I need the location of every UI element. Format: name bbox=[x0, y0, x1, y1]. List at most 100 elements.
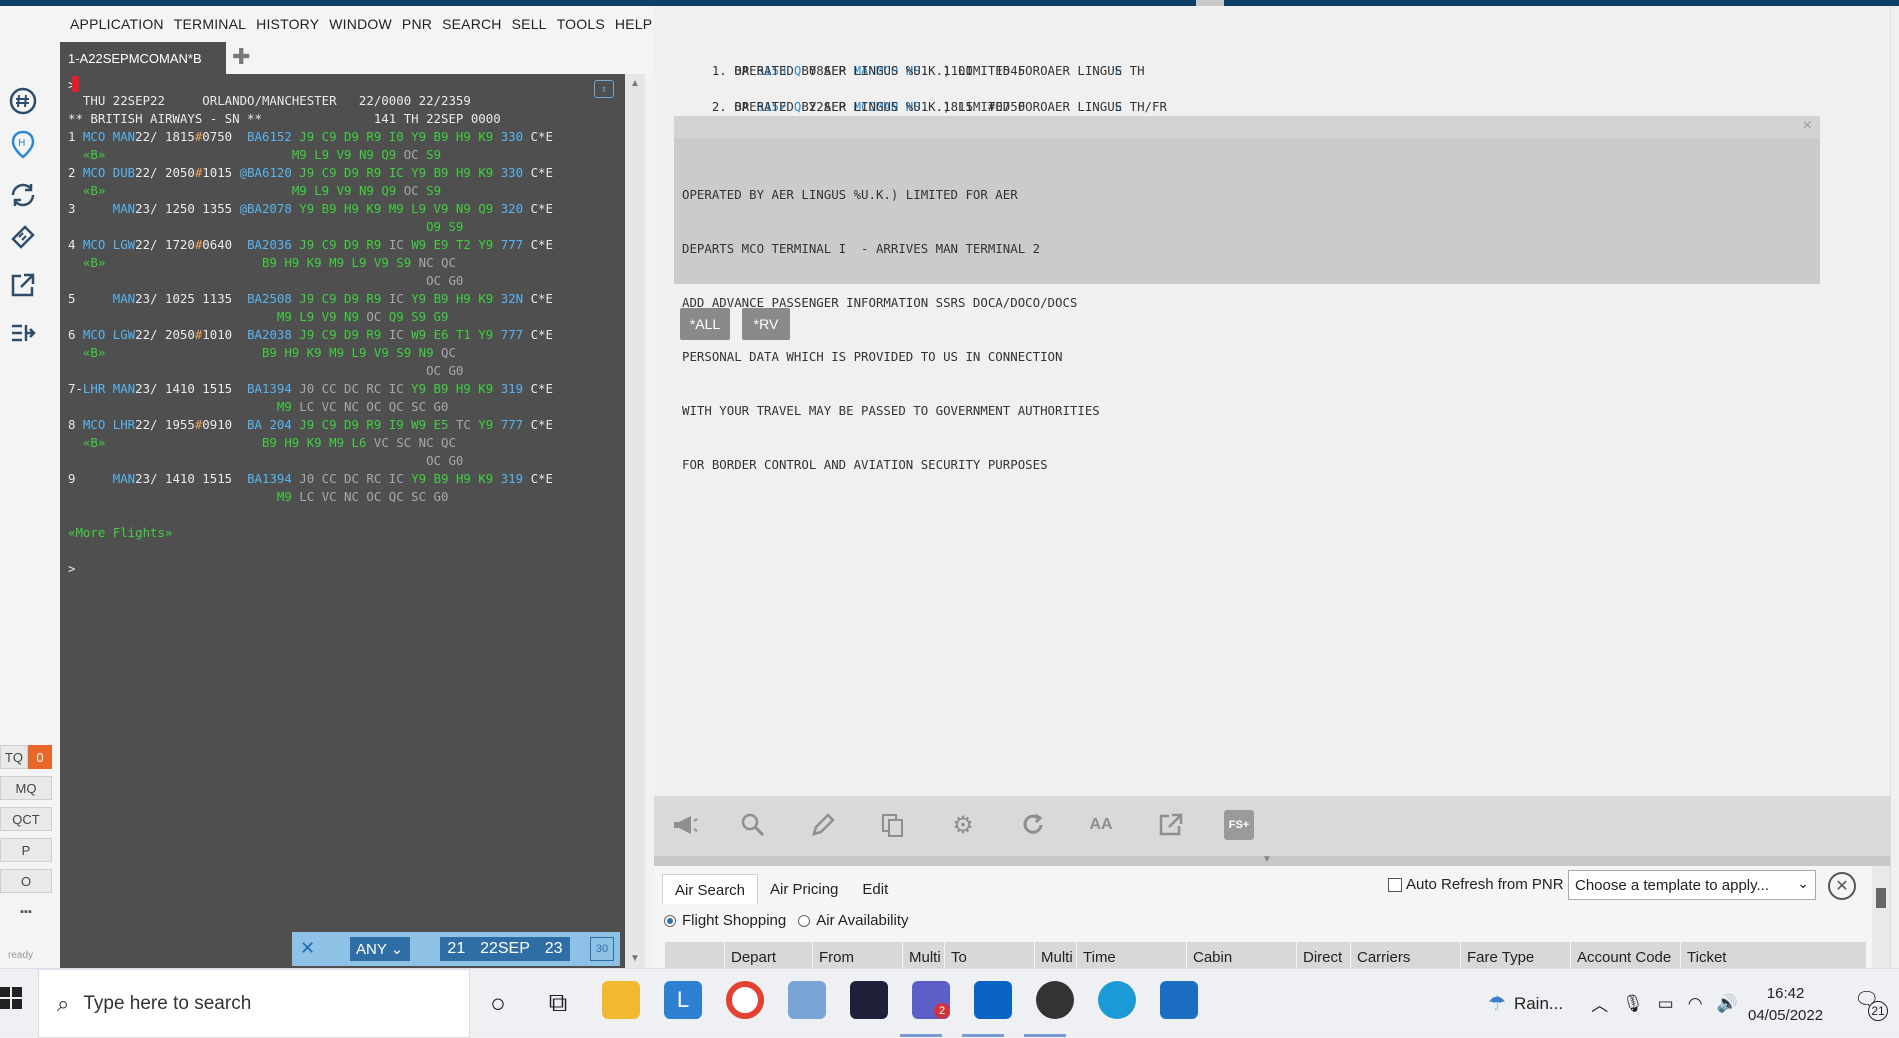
refresh-icon[interactable] bbox=[6, 178, 40, 212]
battery-icon[interactable]: ▭ bbox=[1658, 994, 1674, 1014]
menu-pnr[interactable]: PNR bbox=[402, 16, 432, 32]
col-header-time[interactable]: Time bbox=[1076, 942, 1186, 970]
col-header-account-code[interactable]: Account Code bbox=[1570, 942, 1680, 970]
col-header-cabin[interactable]: Cabin bbox=[1186, 942, 1296, 970]
flight-shopping-radio[interactable] bbox=[664, 914, 676, 927]
terminal-scrollbar[interactable]: ▲ ▼ bbox=[625, 74, 645, 968]
col-header-from[interactable]: From bbox=[812, 942, 902, 970]
t-app-icon[interactable] bbox=[1036, 981, 1074, 1019]
notifications-icon[interactable]: 🗨 21 bbox=[1854, 987, 1888, 1021]
checkbox-box[interactable] bbox=[1388, 877, 1402, 892]
more-flights-link[interactable]: «More Flights» bbox=[68, 524, 172, 542]
any-select[interactable]: ANY ⌄ bbox=[350, 937, 410, 961]
queue-p[interactable]: P bbox=[0, 838, 52, 862]
menu-terminal[interactable]: TERMINAL bbox=[174, 16, 246, 32]
windows-start-icon[interactable] bbox=[0, 987, 22, 1009]
template-select[interactable]: Choose a template to apply... ⌄ bbox=[1568, 870, 1816, 900]
scroll-toggle-icon[interactable]: ⇕ bbox=[594, 80, 614, 98]
clear-icon[interactable]: ✕ bbox=[300, 938, 315, 959]
gear-icon[interactable]: ⚙ bbox=[948, 810, 978, 840]
megaphone-icon[interactable] bbox=[670, 810, 700, 840]
external-link-icon[interactable] bbox=[1156, 810, 1186, 840]
wifi-icon[interactable]: ◠ bbox=[1688, 994, 1703, 1014]
menu-history[interactable]: HISTORY bbox=[256, 16, 319, 32]
chevron-down-icon[interactable]: ▼ bbox=[1262, 854, 1272, 865]
menu-sell[interactable]: SELL bbox=[512, 16, 547, 32]
tab-air-pricing[interactable]: Air Pricing bbox=[758, 874, 850, 904]
external-link-icon[interactable] bbox=[6, 268, 40, 302]
menu-search[interactable]: SEARCH bbox=[442, 16, 502, 32]
refresh-icon[interactable] bbox=[1018, 810, 1048, 840]
calendar-icon[interactable]: 30 bbox=[590, 937, 614, 961]
chevron-up-icon[interactable]: ︿ bbox=[1591, 991, 1608, 1016]
more-queues-icon[interactable]: ▪▪▪ bbox=[0, 900, 52, 924]
photos-icon[interactable] bbox=[1160, 981, 1198, 1019]
l-app-icon[interactable]: L bbox=[664, 981, 702, 1019]
weather-text[interactable]: Rain... bbox=[1514, 994, 1563, 1014]
close-icon[interactable]: × bbox=[1803, 117, 1812, 135]
menu-window[interactable]: WINDOW bbox=[329, 16, 392, 32]
terminal-tab[interactable]: 1-A22SEPMCOMAN*B bbox=[60, 42, 226, 74]
terminal-segment: C*E bbox=[530, 291, 553, 306]
col-header-multi[interactable]: Multi bbox=[902, 942, 944, 970]
close-panel-icon[interactable]: ✕ bbox=[1828, 872, 1856, 900]
queue-o[interactable]: O bbox=[0, 869, 52, 893]
search-icon[interactable] bbox=[738, 810, 768, 840]
all-button[interactable]: *ALL bbox=[680, 308, 730, 340]
microphone-icon[interactable]: 🎙 bbox=[1622, 994, 1644, 1014]
panel-splitter[interactable]: ▼ bbox=[654, 854, 1890, 866]
col-header-fare-type[interactable]: Fare Type bbox=[1460, 942, 1570, 970]
ticket-icon[interactable] bbox=[6, 220, 40, 254]
clock[interactable]: 16:42 04/05/2022 bbox=[1748, 983, 1823, 1027]
rain-cloud-icon[interactable]: ☂ bbox=[1488, 991, 1506, 1016]
col-header-ticket[interactable]: Ticket bbox=[1680, 942, 1760, 970]
next-day-button[interactable]: 23 bbox=[545, 940, 563, 958]
tab-edit[interactable]: Edit bbox=[850, 874, 900, 904]
webex-icon[interactable] bbox=[850, 981, 888, 1019]
rv-button[interactable]: *RV bbox=[742, 308, 790, 340]
location-icon[interactable]: H bbox=[6, 128, 40, 162]
air-availability-radio[interactable] bbox=[798, 914, 811, 927]
menu-application[interactable]: APPLICATION bbox=[70, 16, 164, 32]
scroll-thumb[interactable] bbox=[1876, 888, 1886, 908]
fs-icon[interactable]: FS+ bbox=[1224, 810, 1254, 840]
task-view-icon[interactable]: ⧉ bbox=[538, 983, 578, 1023]
copy-icon[interactable] bbox=[878, 810, 908, 840]
teams-icon[interactable]: 2 bbox=[912, 981, 950, 1019]
queue-tq[interactable]: TQ bbox=[0, 745, 28, 769]
pencil-icon[interactable] bbox=[808, 810, 838, 840]
col-header-carriers[interactable]: Carriers bbox=[1350, 942, 1460, 970]
terminal-screen[interactable]: > ⇕ THU 22SEP22 ORLANDO/MANCHESTER 22/00… bbox=[60, 74, 625, 968]
edge-icon[interactable] bbox=[1098, 981, 1136, 1019]
col-header-multi[interactable]: Multi bbox=[1034, 942, 1076, 970]
menu-help[interactable]: HELP bbox=[615, 16, 652, 32]
chrome-icon[interactable] bbox=[726, 981, 764, 1019]
list-arrow-icon[interactable] bbox=[6, 316, 40, 350]
scroll-down-icon[interactable]: ▼ bbox=[630, 953, 640, 964]
date-stepper[interactable]: 21 22SEP 23 bbox=[440, 937, 570, 961]
scroll-up-icon[interactable]: ▲ bbox=[630, 78, 640, 89]
terminal-segment: 23/ 1410 1515 bbox=[135, 471, 248, 486]
col-header-to[interactable]: To bbox=[944, 942, 1034, 970]
remote-desktop-icon[interactable] bbox=[788, 981, 826, 1019]
file-explorer-icon[interactable] bbox=[602, 981, 640, 1019]
tab-air-search[interactable]: Air Search bbox=[662, 874, 759, 904]
hash-icon[interactable] bbox=[6, 84, 40, 118]
col-header-direct[interactable]: Direct bbox=[1296, 942, 1350, 970]
panel-scrollbar[interactable] bbox=[1872, 866, 1890, 970]
auto-refresh-checkbox[interactable]: Auto Refresh from PNR bbox=[1388, 876, 1564, 893]
terminal-segment: OC bbox=[403, 183, 427, 198]
menu-tools[interactable]: TOOLS bbox=[557, 16, 605, 32]
col-header-depart[interactable]: Depart bbox=[724, 942, 812, 970]
add-tab-icon[interactable]: ✚ bbox=[232, 44, 250, 70]
taskbar-search[interactable]: ⌕ Type here to search bbox=[38, 969, 470, 1038]
font-size-icon[interactable]: AA bbox=[1086, 810, 1116, 840]
cortana-icon[interactable]: ○ bbox=[478, 983, 518, 1023]
prev-day-button[interactable]: 21 bbox=[447, 940, 465, 958]
outlook-icon[interactable] bbox=[974, 981, 1012, 1019]
queue-qct[interactable]: QCT bbox=[0, 807, 52, 831]
col-header[interactable] bbox=[664, 942, 724, 970]
window-scrollbar[interactable] bbox=[1890, 6, 1899, 968]
volume-icon[interactable]: 🔊 bbox=[1717, 994, 1738, 1014]
queue-mq[interactable]: MQ bbox=[0, 776, 52, 800]
